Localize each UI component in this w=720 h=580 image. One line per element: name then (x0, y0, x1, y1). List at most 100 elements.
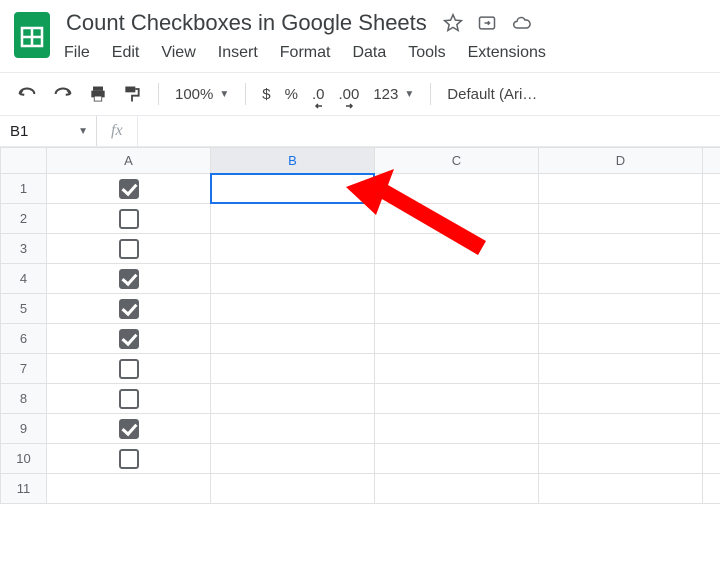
cell-D4[interactable] (539, 264, 703, 294)
cell-D9[interactable] (539, 414, 703, 444)
decrease-decimal-icon[interactable]: .0 (312, 86, 325, 103)
row-header-11[interactable]: 11 (1, 474, 47, 504)
formula-bar-input[interactable] (138, 116, 720, 146)
row-header-2[interactable]: 2 (1, 204, 47, 234)
menu-view[interactable]: View (161, 44, 195, 62)
cell-D3[interactable] (539, 234, 703, 264)
cell-B4[interactable] (211, 264, 375, 294)
cell-B6[interactable] (211, 324, 375, 354)
row-header-4[interactable]: 4 (1, 264, 47, 294)
cell-E2[interactable] (703, 204, 720, 234)
cell-D6[interactable] (539, 324, 703, 354)
row-header-8[interactable]: 8 (1, 384, 47, 414)
menu-insert[interactable]: Insert (218, 44, 258, 62)
number-format-selector[interactable]: 123▼ (373, 86, 414, 103)
cell-A1[interactable] (47, 174, 211, 204)
cell-E9[interactable] (703, 414, 720, 444)
checkbox[interactable] (119, 239, 139, 259)
star-icon[interactable] (443, 13, 463, 33)
cell-C11[interactable] (375, 474, 539, 504)
checkbox[interactable] (119, 329, 139, 349)
checkbox[interactable] (119, 419, 139, 439)
document-title[interactable]: Count Checkboxes in Google Sheets (62, 8, 431, 38)
menu-extensions[interactable]: Extensions (468, 44, 546, 62)
checkbox[interactable] (119, 209, 139, 229)
spreadsheet-grid[interactable]: A B C D 1234567891011 (0, 147, 720, 504)
format-percent[interactable]: % (285, 86, 298, 103)
print-icon[interactable] (88, 84, 108, 104)
cell-D5[interactable] (539, 294, 703, 324)
cell-A3[interactable] (47, 234, 211, 264)
cell-B2[interactable] (211, 204, 375, 234)
cell-E8[interactable] (703, 384, 720, 414)
move-icon[interactable] (477, 13, 497, 33)
cell-C4[interactable] (375, 264, 539, 294)
format-currency[interactable]: $ (262, 86, 270, 103)
cell-C5[interactable] (375, 294, 539, 324)
checkbox[interactable] (119, 269, 139, 289)
checkbox[interactable] (119, 449, 139, 469)
col-header-D[interactable]: D (539, 148, 703, 174)
menu-tools[interactable]: Tools (408, 44, 445, 62)
col-header-B[interactable]: B (211, 148, 375, 174)
checkbox[interactable] (119, 179, 139, 199)
row-header-7[interactable]: 7 (1, 354, 47, 384)
name-box[interactable]: B1 ▼ (0, 123, 96, 140)
cell-A11[interactable] (47, 474, 211, 504)
cell-D2[interactable] (539, 204, 703, 234)
zoom-selector[interactable]: 100% ▼ (175, 86, 229, 103)
cell-E1[interactable] (703, 174, 720, 204)
cell-A5[interactable] (47, 294, 211, 324)
row-header-1[interactable]: 1 (1, 174, 47, 204)
cell-E7[interactable] (703, 354, 720, 384)
cell-C2[interactable] (375, 204, 539, 234)
increase-decimal-icon[interactable]: .00 (338, 86, 359, 103)
sheets-logo-icon[interactable] (12, 10, 52, 60)
cell-A9[interactable] (47, 414, 211, 444)
cell-E10[interactable] (703, 444, 720, 474)
font-selector[interactable]: Default (Ari… (447, 86, 537, 103)
cell-D1[interactable] (539, 174, 703, 204)
cell-B7[interactable] (211, 354, 375, 384)
cell-E6[interactable] (703, 324, 720, 354)
cell-D11[interactable] (539, 474, 703, 504)
cloud-icon[interactable] (511, 13, 533, 33)
cell-C9[interactable] (375, 414, 539, 444)
cell-A8[interactable] (47, 384, 211, 414)
cell-D7[interactable] (539, 354, 703, 384)
undo-icon[interactable] (16, 85, 38, 103)
checkbox[interactable] (119, 299, 139, 319)
cell-C1[interactable] (375, 174, 539, 204)
row-header-10[interactable]: 10 (1, 444, 47, 474)
menu-data[interactable]: Data (352, 44, 386, 62)
cell-B1[interactable] (211, 174, 375, 204)
cell-A10[interactable] (47, 444, 211, 474)
cell-C3[interactable] (375, 234, 539, 264)
cell-C8[interactable] (375, 384, 539, 414)
cell-C10[interactable] (375, 444, 539, 474)
cell-A6[interactable] (47, 324, 211, 354)
menu-format[interactable]: Format (280, 44, 331, 62)
checkbox[interactable] (119, 389, 139, 409)
cell-D8[interactable] (539, 384, 703, 414)
cell-B8[interactable] (211, 384, 375, 414)
cell-E3[interactable] (703, 234, 720, 264)
paint-format-icon[interactable] (122, 84, 142, 104)
cell-B10[interactable] (211, 444, 375, 474)
cell-A2[interactable] (47, 204, 211, 234)
select-all-corner[interactable] (1, 148, 47, 174)
col-header-C[interactable]: C (375, 148, 539, 174)
cell-C6[interactable] (375, 324, 539, 354)
menu-edit[interactable]: Edit (112, 44, 140, 62)
col-header-A[interactable]: A (47, 148, 211, 174)
cell-E4[interactable] (703, 264, 720, 294)
fill-handle[interactable] (371, 200, 378, 207)
cell-B5[interactable] (211, 294, 375, 324)
cell-B3[interactable] (211, 234, 375, 264)
cell-C7[interactable] (375, 354, 539, 384)
checkbox[interactable] (119, 359, 139, 379)
cell-E11[interactable] (703, 474, 720, 504)
row-header-3[interactable]: 3 (1, 234, 47, 264)
cell-D10[interactable] (539, 444, 703, 474)
row-header-6[interactable]: 6 (1, 324, 47, 354)
